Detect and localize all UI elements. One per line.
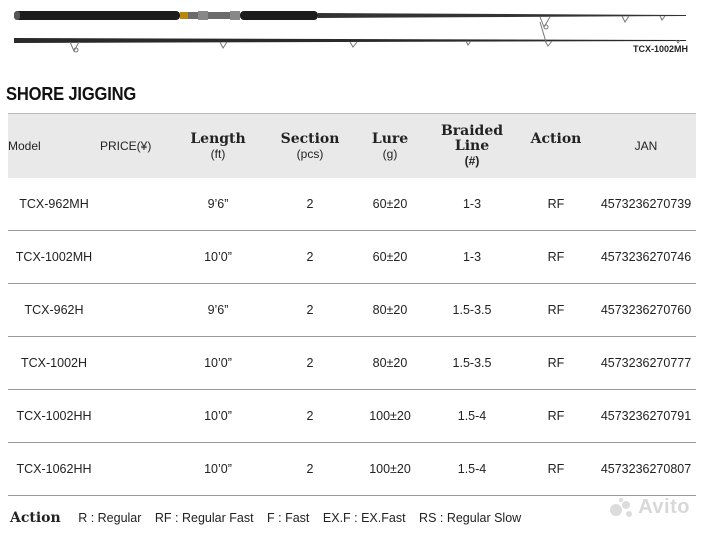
legend-title: Action <box>10 510 61 526</box>
cell-model: TCX-1002H <box>8 336 100 390</box>
header-braided-line: Braided Line (#) <box>428 113 516 178</box>
table-row: TCX-1002H 10’0” 2 80±20 1.5-3.5 RF 45732… <box>8 336 696 390</box>
cell-price <box>100 389 168 443</box>
header-length-unit: (ft) <box>210 146 226 161</box>
cell-section: 2 <box>268 178 352 231</box>
cell-model: TCX-1002HH <box>8 389 100 443</box>
table-header-row: Model PRICE(¥) Length (ft) Section (pcs)… <box>8 113 696 178</box>
table-row: TCX-962MH 9’6” 2 60±20 1-3 RF 4573236270… <box>8 178 696 231</box>
cell-jan: 4573236270739 <box>596 178 696 231</box>
action-legend: Action R : Regular RF : Regular Fast F :… <box>10 510 531 526</box>
cell-length: 10’0” <box>168 442 268 496</box>
cell-price <box>100 336 168 390</box>
header-lure-unit: (g) <box>382 146 398 161</box>
cell-lure: 60±20 <box>352 230 428 284</box>
cell-section: 2 <box>268 283 352 337</box>
cell-line: 1.5-4 <box>428 389 516 443</box>
cell-line: 1.5-4 <box>428 442 516 496</box>
cell-price <box>100 230 168 284</box>
header-lure-label: Lure <box>371 130 409 147</box>
header-length-label: Length <box>190 130 246 147</box>
header-model: Model <box>8 113 100 178</box>
rod-model-label: TCX-1002MH <box>632 44 688 54</box>
cell-price <box>100 442 168 496</box>
cell-model: TCX-1002MH <box>8 230 100 284</box>
cell-jan: 4573236270777 <box>596 336 696 390</box>
cell-action: RF <box>516 442 596 496</box>
cell-action: RF <box>516 336 596 390</box>
watermark-text: Avito <box>638 496 690 518</box>
cell-line: 1.5-3.5 <box>428 336 516 390</box>
cell-price <box>100 283 168 337</box>
header-action-label: Action <box>530 130 582 147</box>
header-action: Action <box>516 113 596 178</box>
cell-length: 9’6” <box>168 283 268 337</box>
table-row: TCX-962H 9’6” 2 80±20 1.5-3.5 RF 4573236… <box>8 283 696 337</box>
cell-section: 2 <box>268 442 352 496</box>
cell-jan: 4573236270760 <box>596 283 696 337</box>
cell-length: 9’6” <box>168 178 268 231</box>
cell-model: TCX-1062HH <box>8 442 100 496</box>
cell-length: 10’0” <box>168 389 268 443</box>
cell-lure: 100±20 <box>352 389 428 443</box>
specs-table: Model PRICE(¥) Length (ft) Section (pcs)… <box>8 113 696 496</box>
header-section-unit: (pcs) <box>296 146 324 161</box>
watermark: Avito <box>609 496 690 519</box>
cell-action: RF <box>516 178 596 231</box>
cell-jan: 4573236270791 <box>596 389 696 443</box>
cell-model: TCX-962H <box>8 283 100 337</box>
header-lure: Lure (g) <box>352 113 428 178</box>
cell-action: RF <box>516 389 596 443</box>
header-braided-unit: (#) <box>464 154 480 168</box>
cell-section: 2 <box>268 230 352 284</box>
cell-length: 10’0” <box>168 336 268 390</box>
cell-action: RF <box>516 230 596 284</box>
header-braided-label-2: Line <box>454 138 490 154</box>
rod-drawing <box>14 11 686 53</box>
cell-model: TCX-962MH <box>8 178 100 231</box>
legend-item-rs: RS : Regular Slow <box>419 511 522 525</box>
cell-action: RF <box>516 283 596 337</box>
header-section-label: Section <box>280 130 340 147</box>
legend-item-exf: EX.F : EX.Fast <box>322 511 406 525</box>
cell-lure: 80±20 <box>352 336 428 390</box>
watermark-dots-icon <box>610 497 633 517</box>
header-jan: JAN <box>596 113 696 178</box>
cell-section: 2 <box>268 336 352 390</box>
cell-line: 1-3 <box>428 230 516 284</box>
legend-item-rf: RF : Regular Fast <box>154 511 254 525</box>
header-braided-label-1: Braided <box>440 123 504 139</box>
header-length: Length (ft) <box>168 113 268 178</box>
cell-line: 1.5-3.5 <box>428 283 516 337</box>
cell-lure: 100±20 <box>352 442 428 496</box>
legend-item-r: R : Regular <box>78 511 142 525</box>
cell-jan: 4573236270807 <box>596 442 696 496</box>
table-row: TCX-1062HH 10’0” 2 100±20 1.5-4 RF 45732… <box>8 442 696 496</box>
rod-illustration: TCX-1002MH <box>0 0 702 62</box>
table-row: TCX-1002HH 10’0” 2 100±20 1.5-4 RF 45732… <box>8 389 696 443</box>
legend-item-f: F : Fast <box>267 511 310 525</box>
header-price: PRICE(¥) <box>100 113 168 178</box>
header-section: Section (pcs) <box>268 113 352 178</box>
cell-lure: 80±20 <box>352 283 428 337</box>
cell-section: 2 <box>268 389 352 443</box>
cell-length: 10’0” <box>168 230 268 284</box>
cell-lure: 60±20 <box>352 178 428 231</box>
cell-price <box>100 178 168 231</box>
table-row: TCX-1002MH 10’0” 2 60±20 1-3 RF 45732362… <box>8 230 696 284</box>
section-title: SHORE JIGGING <box>6 84 137 104</box>
cell-line: 1-3 <box>428 178 516 231</box>
cell-jan: 4573236270746 <box>596 230 696 284</box>
